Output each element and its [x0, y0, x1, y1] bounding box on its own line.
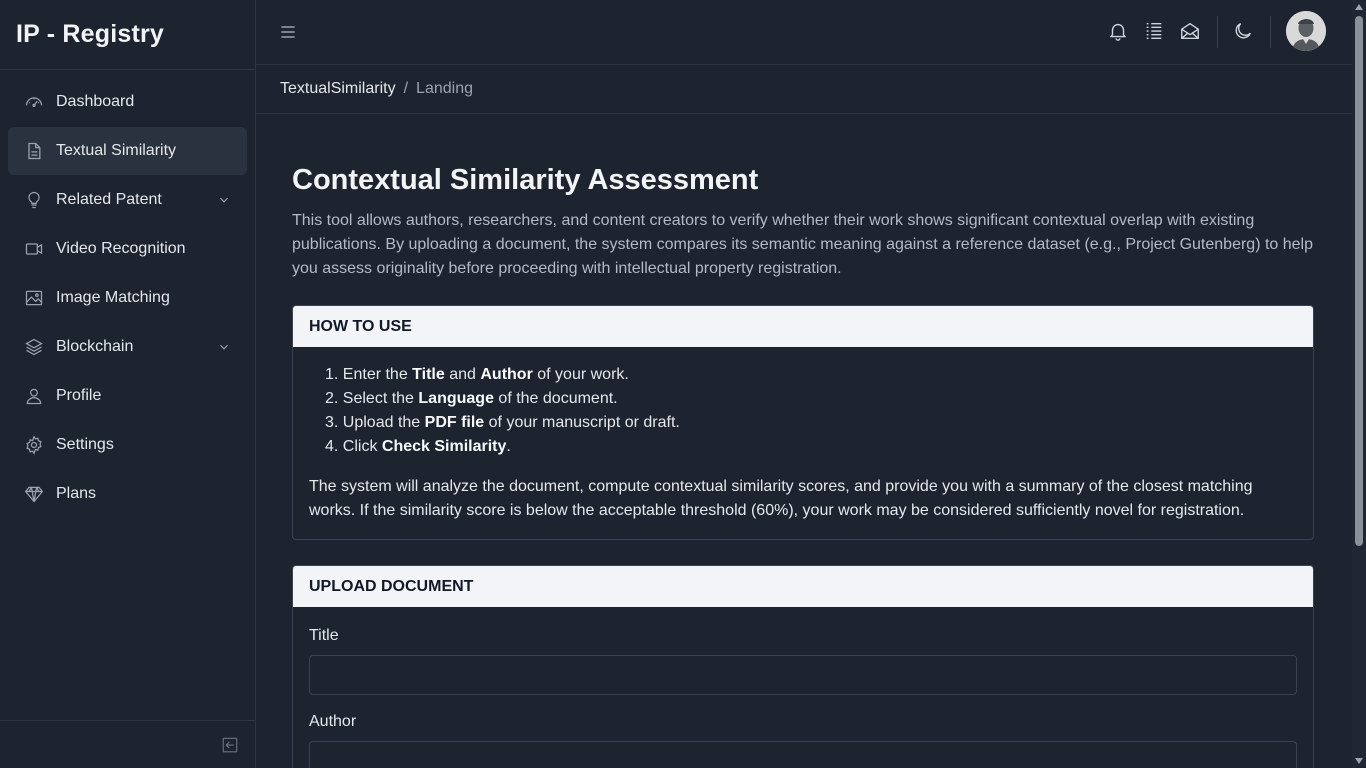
breadcrumb-current: Landing — [416, 80, 473, 97]
breadcrumb: TextualSimilarity / Landing — [256, 65, 1352, 114]
sidebar-item-label: Plans — [56, 485, 97, 502]
image-icon — [24, 288, 44, 308]
list-icon[interactable] — [1143, 20, 1165, 42]
sidebar-item-label: Profile — [56, 387, 102, 404]
sidebar-item-textual-similarity[interactable]: Textual Similarity — [8, 127, 247, 175]
sidebar-item-label: Settings — [56, 436, 114, 453]
list-item: 4. Click Check Similarity. — [325, 438, 511, 455]
chevron-down-icon[interactable] — [217, 340, 231, 354]
user-icon — [24, 386, 44, 406]
main-content: Contextual Similarity Assessment This to… — [292, 114, 1314, 768]
video-icon — [24, 239, 44, 259]
scrollbar-thumb[interactable] — [1355, 16, 1363, 546]
bell-icon[interactable] — [1107, 20, 1129, 42]
card-header: HOW TO USE — [293, 306, 1313, 347]
sidebar-item-label: Textual Similarity — [56, 142, 177, 159]
sidebar-item-plans[interactable]: Plans — [8, 470, 247, 518]
page-description: This tool allows authors, researchers, a… — [292, 212, 1314, 277]
app-title: IP - Registry — [0, 0, 255, 70]
sidebar-item-label: Image Matching — [56, 289, 170, 306]
sidebar-item-video-recognition[interactable]: Video Recognition — [8, 225, 247, 273]
card-header: UPLOAD DOCUMENT — [293, 566, 1313, 607]
chevron-down-icon[interactable] — [217, 193, 231, 207]
sidebar-item-label: Related Patent — [56, 191, 162, 208]
toolbar-divider — [1270, 16, 1271, 48]
list-item: 1. Enter the Title and Author of your wo… — [325, 366, 629, 383]
user-avatar-icon — [1286, 11, 1326, 51]
menu-toggle-icon[interactable] — [278, 22, 298, 42]
how-to-use-note: The system will analyze the document, co… — [309, 478, 1253, 519]
title-label: Title — [309, 627, 339, 644]
collapse-sidebar-icon[interactable] — [221, 736, 239, 754]
sidebar-item-label: Dashboard — [56, 93, 135, 110]
breadcrumb-separator: / — [403, 80, 409, 97]
mail-icon[interactable] — [1179, 20, 1201, 42]
list-item: 2. Select the Language of the document. — [325, 390, 618, 407]
author-label: Author — [309, 713, 357, 730]
scroll-up-icon[interactable] — [1355, 4, 1363, 10]
sidebar-item-profile[interactable]: Profile — [8, 372, 247, 420]
scroll-down-icon[interactable] — [1355, 758, 1363, 764]
avatar[interactable] — [1286, 11, 1326, 51]
page-title: Contextual Similarity Assessment — [292, 164, 759, 196]
lightbulb-icon — [24, 190, 44, 210]
breadcrumb-parent-link[interactable]: TextualSimilarity — [280, 80, 396, 98]
how-to-use-card: HOW TO USE 1. Enter the Title and Author… — [292, 305, 1314, 540]
sidebar-item-blockchain[interactable]: Blockchain — [8, 323, 247, 371]
title-input[interactable] — [309, 655, 1297, 695]
list-item: 3. Upload the PDF file of your manuscrip… — [325, 414, 680, 431]
sidebar-footer — [0, 720, 255, 768]
sidebar-item-dashboard[interactable]: Dashboard — [8, 78, 247, 126]
sidebar-item-label: Video Recognition — [56, 240, 186, 257]
sidebar-item-settings[interactable]: Settings — [8, 421, 247, 469]
sidebar-nav: Dashboard Textual Similarity Related Pat… — [0, 70, 255, 518]
steps-list: 1. Enter the Title and Author of your wo… — [309, 363, 1297, 459]
sidebar-item-label: Blockchain — [56, 338, 134, 355]
upload-document-card: UPLOAD DOCUMENT Title Author — [292, 565, 1314, 768]
topbar — [256, 0, 1352, 65]
card-body: 1. Enter the Title and Author of your wo… — [293, 347, 1313, 539]
toolbar-divider — [1217, 16, 1218, 48]
dark-mode-toggle-icon[interactable] — [1232, 20, 1254, 42]
sidebar-item-image-matching[interactable]: Image Matching — [8, 274, 247, 322]
layers-icon — [24, 337, 44, 357]
sidebar-item-related-patent[interactable]: Related Patent — [8, 176, 247, 224]
document-icon — [24, 141, 44, 161]
sidebar: IP - Registry Dashboard Textual Similari… — [0, 0, 256, 768]
card-body: Title Author — [293, 607, 1313, 768]
diamond-icon — [24, 484, 44, 504]
author-input[interactable] — [309, 741, 1297, 768]
page-scrollbar[interactable] — [1352, 0, 1366, 768]
gauge-icon — [24, 92, 44, 112]
gear-icon — [24, 435, 44, 455]
